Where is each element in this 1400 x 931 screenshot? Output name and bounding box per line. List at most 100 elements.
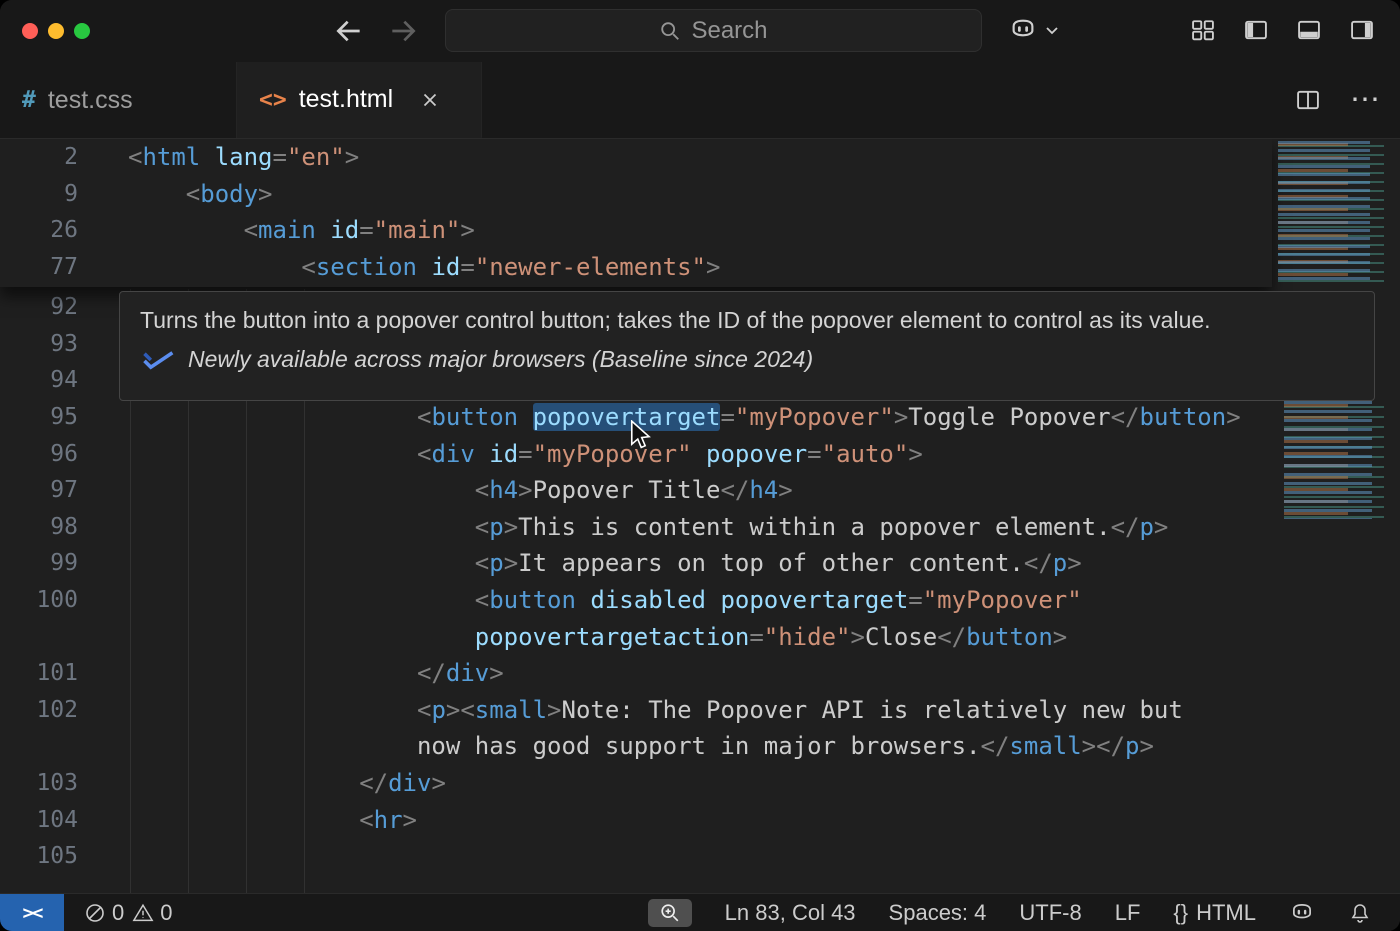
line-number[interactable]: 96 [0, 441, 78, 467]
code-token [200, 143, 214, 171]
status-bar: >< 0 0 Ln 83, Col 43 S [0, 893, 1400, 931]
code-token: section [316, 253, 417, 281]
code-token: < [359, 806, 373, 834]
minimap-code-block [1284, 401, 1392, 519]
code-token: p [1125, 732, 1139, 760]
language-mode[interactable]: {} HTML [1173, 900, 1256, 926]
minimap-code-block [1278, 141, 1392, 283]
notifications-bell-icon[interactable] [1348, 901, 1372, 925]
code-text: <hr> [128, 806, 417, 834]
code-token: popover [706, 440, 807, 468]
code-token [128, 513, 475, 541]
encoding-setting[interactable]: UTF-8 [1019, 900, 1081, 926]
code-token: > [1154, 513, 1168, 541]
line-number[interactable]: 105 [0, 843, 78, 869]
navigate-forward-button[interactable] [386, 15, 420, 47]
line-number[interactable]: 94 [0, 367, 78, 393]
code-line[interactable]: 102 <p><small>Note: The Popover API is r… [0, 692, 1272, 729]
code-token: < [128, 143, 142, 171]
line-number[interactable]: 98 [0, 514, 78, 540]
code-line[interactable]: 2<html lang="en"> [0, 139, 1272, 176]
line-number[interactable]: 93 [0, 331, 78, 357]
eol-setting[interactable]: LF [1115, 900, 1141, 926]
code-line[interactable]: now has good support in major browsers.<… [0, 728, 1272, 765]
minimap[interactable] [1272, 139, 1400, 893]
code-line[interactable]: 104 <hr> [0, 801, 1272, 838]
code-line[interactable]: 97 <h4>Popover Title</h4> [0, 472, 1272, 509]
code-token: "newer-elements" [475, 253, 706, 281]
line-number[interactable]: 100 [0, 587, 78, 613]
code-token: < [475, 513, 489, 541]
line-number[interactable]: 97 [0, 477, 78, 503]
line-number[interactable]: 26 [0, 217, 78, 243]
split-editor-icon[interactable] [1294, 86, 1322, 114]
code-line[interactable]: 77 <section id="newer-elements"> [0, 249, 1272, 286]
line-number[interactable]: 103 [0, 770, 78, 796]
code-token: < [417, 696, 431, 724]
code-token: h4 [489, 476, 518, 504]
customize-layout-icon[interactable] [1189, 16, 1217, 44]
editor[interactable]: 92939495 <button popovertarget="myPopove… [0, 139, 1400, 893]
code-token: > [489, 659, 503, 687]
line-number[interactable]: 92 [0, 294, 78, 320]
code-token [128, 696, 417, 724]
line-number[interactable]: 77 [0, 254, 78, 280]
back-arrow-icon [332, 15, 366, 47]
close-window-button[interactable] [22, 23, 38, 39]
line-number[interactable]: 95 [0, 404, 78, 430]
language-label: HTML [1196, 900, 1256, 926]
zoom-indicator[interactable] [648, 899, 692, 927]
line-number[interactable]: 104 [0, 807, 78, 833]
code-line[interactable]: 100 <button disabled popovertarget="myPo… [0, 582, 1272, 619]
title-bar: Search [0, 0, 1400, 62]
line-number[interactable]: 2 [0, 144, 78, 170]
code-line[interactable]: popovertargetaction="hide">Close</button… [0, 618, 1272, 655]
code-token: = [720, 403, 734, 431]
remote-indicator[interactable]: >< [0, 894, 64, 931]
code-line[interactable]: 103 </div> [0, 765, 1272, 802]
errors-icon [84, 902, 106, 924]
minimize-window-button[interactable] [48, 23, 64, 39]
line-number[interactable]: 101 [0, 660, 78, 686]
code-line[interactable]: 105 [0, 838, 1272, 875]
code-line[interactable]: 9 <body> [0, 176, 1272, 213]
code-line[interactable]: 98 <p>This is content within a popover e… [0, 509, 1272, 546]
editor-actions: ⋯ [1294, 62, 1380, 138]
code-token: id [330, 216, 359, 244]
window-controls [22, 23, 90, 39]
indentation-setting[interactable]: Spaces: 4 [889, 900, 987, 926]
copilot-status-icon[interactable] [1289, 900, 1315, 926]
code-line[interactable]: 101 </div> [0, 655, 1272, 692]
tab-test-html[interactable]: <> test.html [237, 62, 482, 138]
maximize-window-button[interactable] [74, 23, 90, 39]
code-token: = [359, 216, 373, 244]
code-token [576, 586, 590, 614]
toggle-secondary-sidebar-icon[interactable] [1348, 16, 1376, 44]
copilot-menu-button[interactable] [1008, 15, 1060, 45]
code-token: small [475, 696, 547, 724]
code-token: = [908, 586, 922, 614]
toggle-primary-sidebar-icon[interactable] [1242, 16, 1270, 44]
code-token [128, 806, 359, 834]
code-token: Toggle Popover [908, 403, 1110, 431]
code-token: id [431, 253, 460, 281]
line-number[interactable]: 99 [0, 550, 78, 576]
toggle-panel-icon[interactable] [1295, 16, 1323, 44]
navigate-back-button[interactable] [332, 15, 366, 47]
code-token: "en" [287, 143, 345, 171]
tab-test-css[interactable]: # test.css [0, 62, 237, 138]
more-actions-icon[interactable]: ⋯ [1350, 85, 1380, 115]
command-center-search[interactable]: Search [445, 9, 982, 52]
close-tab-button[interactable] [419, 89, 441, 111]
code-token: > [504, 549, 518, 577]
problems-indicator[interactable]: 0 0 [84, 900, 173, 926]
line-number[interactable]: 102 [0, 697, 78, 723]
code-token: > [446, 696, 460, 724]
code-line[interactable]: 26 <main id="main"> [0, 212, 1272, 249]
code-line[interactable]: 99 <p>It appears on top of other content… [0, 545, 1272, 582]
cursor-position[interactable]: Ln 83, Col 43 [725, 900, 856, 926]
line-number[interactable]: 9 [0, 181, 78, 207]
code-token: </ [1024, 549, 1053, 577]
code-token: lang [215, 143, 273, 171]
code-token: body [200, 180, 258, 208]
